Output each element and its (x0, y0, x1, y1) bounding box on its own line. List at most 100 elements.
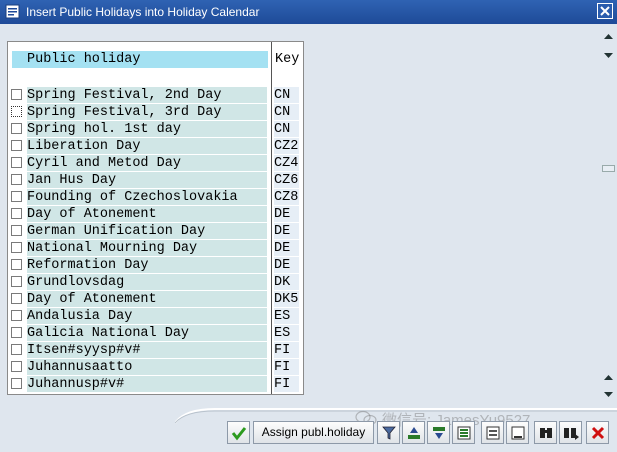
table-row[interactable]: Cyril and Metod Day CZ4 (8, 155, 303, 172)
holiday-table: Public holiday Key Spring Festival, 2nd … (7, 41, 304, 395)
row-select-checkbox[interactable] (11, 259, 22, 270)
holiday-key-cell: CN (274, 104, 299, 120)
row-select-checkbox[interactable] (11, 174, 22, 185)
holiday-key-cell: DE (274, 240, 299, 256)
table-row[interactable]: Itsen#syysp#v# FI (8, 342, 303, 359)
filter-icon (382, 426, 396, 440)
table-row[interactable]: National Mourning Day DE (8, 240, 303, 257)
scroll-top-icon[interactable] (603, 32, 614, 42)
row-select-checkbox[interactable] (11, 140, 22, 151)
select-all-button[interactable] (452, 421, 475, 444)
holiday-key-cell: DE (274, 223, 299, 239)
cancel-icon (591, 426, 605, 440)
table-row[interactable]: Juhannusaatto FI (8, 359, 303, 376)
scrollbar-thumb[interactable] (602, 165, 615, 172)
table-row[interactable]: Day of Atonement DK5 (8, 291, 303, 308)
find-button[interactable] (534, 421, 557, 444)
table-row[interactable]: Spring hol. 1st day CN (8, 121, 303, 138)
holiday-key-cell: FI (274, 342, 299, 358)
deselect-all-button[interactable] (506, 421, 529, 444)
filter-button[interactable] (377, 421, 400, 444)
holiday-key-cell: CZ8 (274, 189, 299, 205)
scroll-bottom-icon[interactable] (603, 389, 614, 399)
row-select-checkbox[interactable] (11, 293, 22, 304)
holiday-key-cell: ES (274, 308, 299, 324)
holiday-name-cell: Liberation Day (27, 138, 267, 154)
row-select-checkbox[interactable] (11, 378, 22, 389)
select-all-icon (457, 426, 471, 440)
confirm-button[interactable] (227, 421, 250, 444)
column-header-key[interactable]: Key (275, 51, 299, 68)
row-select-checkbox[interactable] (11, 276, 22, 287)
sort-descending-button[interactable] (427, 421, 450, 444)
window-titlebar: Insert Public Holidays into Holiday Cale… (0, 0, 617, 24)
row-select-checkbox[interactable] (11, 89, 22, 100)
holiday-name-cell: Reformation Day (27, 257, 267, 273)
holiday-key-cell: CN (274, 87, 299, 103)
select-block-button[interactable] (481, 421, 504, 444)
table-row[interactable]: Andalusia Day ES (8, 308, 303, 325)
holiday-name-cell: National Mourning Day (27, 240, 267, 256)
find-icon (540, 428, 552, 438)
row-select-checkbox[interactable] (11, 106, 22, 117)
scroll-up-icon[interactable] (603, 50, 614, 60)
holiday-name-cell: Spring Festival, 3rd Day (27, 104, 267, 120)
table-row[interactable]: Galicia National Day ES (8, 325, 303, 342)
holiday-name-cell: Spring hol. 1st day (27, 121, 267, 137)
row-select-checkbox[interactable] (11, 123, 22, 134)
row-select-checkbox[interactable] (11, 225, 22, 236)
holiday-key-cell: CZ2 (274, 138, 299, 154)
find-next-button[interactable] (559, 421, 582, 444)
holiday-key-cell: FI (274, 359, 299, 375)
table-row[interactable]: Juhannusp#v# FI (8, 376, 303, 393)
table-row[interactable]: Liberation Day CZ2 (8, 138, 303, 155)
window-title: Insert Public Holidays into Holiday Cale… (26, 5, 260, 19)
scroll-down-icon[interactable] (603, 373, 614, 383)
row-select-checkbox[interactable] (11, 361, 22, 372)
confirm-check-icon (231, 427, 247, 441)
holiday-key-cell: DE (274, 257, 299, 273)
holiday-key-cell: ES (274, 325, 299, 341)
cancel-button[interactable] (586, 421, 609, 444)
table-row[interactable]: Spring Festival, 3rd Day CN (8, 104, 303, 121)
row-select-checkbox[interactable] (11, 242, 22, 253)
holiday-name-cell: Jan Hus Day (27, 172, 267, 188)
holiday-name-cell: Founding of Czechoslovakia (27, 189, 267, 205)
row-select-checkbox[interactable] (11, 344, 22, 355)
row-select-checkbox[interactable] (11, 157, 22, 168)
table-row[interactable]: Founding of Czechoslovakia CZ8 (8, 189, 303, 206)
table-row[interactable]: Reformation Day DE (8, 257, 303, 274)
holiday-key-cell: CZ4 (274, 155, 299, 171)
window-app-icon (5, 4, 20, 19)
holiday-name-cell: Day of Atonement (27, 291, 267, 307)
row-select-checkbox[interactable] (11, 327, 22, 338)
close-window-button[interactable] (597, 3, 613, 19)
column-header-public-holiday[interactable]: Public holiday (12, 51, 268, 68)
dialog-content: Public holiday Key Spring Festival, 2nd … (0, 24, 600, 404)
holiday-key-cell: DE (274, 206, 299, 222)
table-row[interactable]: Spring Festival, 2nd Day CN (8, 87, 303, 104)
table-row[interactable]: Grundlovsdag DK (8, 274, 303, 291)
holiday-name-cell: Cyril and Metod Day (27, 155, 267, 171)
sort-descending-icon (433, 427, 445, 439)
sort-ascending-button[interactable] (402, 421, 425, 444)
holiday-key-cell: CN (274, 121, 299, 137)
row-select-checkbox[interactable] (11, 191, 22, 202)
holiday-name-cell: Andalusia Day (27, 308, 267, 324)
holiday-name-cell: Grundlovsdag (27, 274, 267, 290)
vertical-scrollbar[interactable] (600, 24, 617, 404)
row-select-checkbox[interactable] (11, 310, 22, 321)
table-row[interactable]: Jan Hus Day CZ6 (8, 172, 303, 189)
row-select-checkbox[interactable] (11, 208, 22, 219)
holiday-name-cell: Day of Atonement (27, 206, 267, 222)
holiday-key-cell: CZ6 (274, 172, 299, 188)
table-row[interactable]: German Unification Day DE (8, 223, 303, 240)
assign-public-holiday-button[interactable]: Assign publ.holiday (253, 421, 374, 444)
select-block-icon (486, 426, 500, 440)
deselect-all-icon (511, 426, 525, 440)
holiday-name-cell: Galicia National Day (27, 325, 267, 341)
table-row[interactable]: Day of Atonement DE (8, 206, 303, 223)
holiday-name-cell: German Unification Day (27, 223, 267, 239)
close-icon (600, 6, 610, 16)
holiday-name-cell: Itsen#syysp#v# (27, 342, 267, 358)
